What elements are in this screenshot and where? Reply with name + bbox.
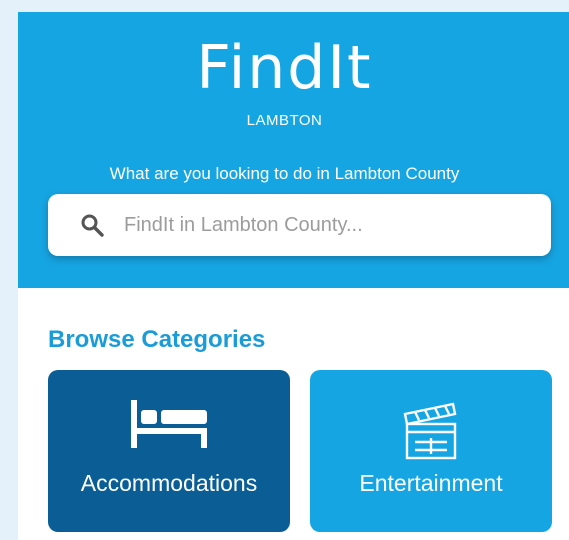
search-input[interactable] <box>122 212 526 238</box>
browse-categories-title: Browse Categories <box>48 326 266 353</box>
search-bar[interactable] <box>48 194 551 256</box>
clapperboard-icon <box>403 402 457 460</box>
hero-header: FindIt LAMBTON What are you looking to d… <box>18 12 569 288</box>
search-prompt: What are you looking to do in Lambton Co… <box>109 164 460 183</box>
findit-logo: FindIt <box>196 33 373 103</box>
category-label: Accommodations <box>80 470 258 496</box>
category-tile-accommodations[interactable]: Accommodations <box>48 370 290 532</box>
bed-icon <box>131 400 207 448</box>
category-label: Entertainment <box>359 470 503 496</box>
logo-subtitle: LAMBTON <box>246 112 323 129</box>
category-tile-entertainment[interactable]: Entertainment <box>310 370 552 532</box>
search-icon <box>81 214 104 237</box>
app-screen: FindIt LAMBTON What are you looking to d… <box>18 12 569 540</box>
